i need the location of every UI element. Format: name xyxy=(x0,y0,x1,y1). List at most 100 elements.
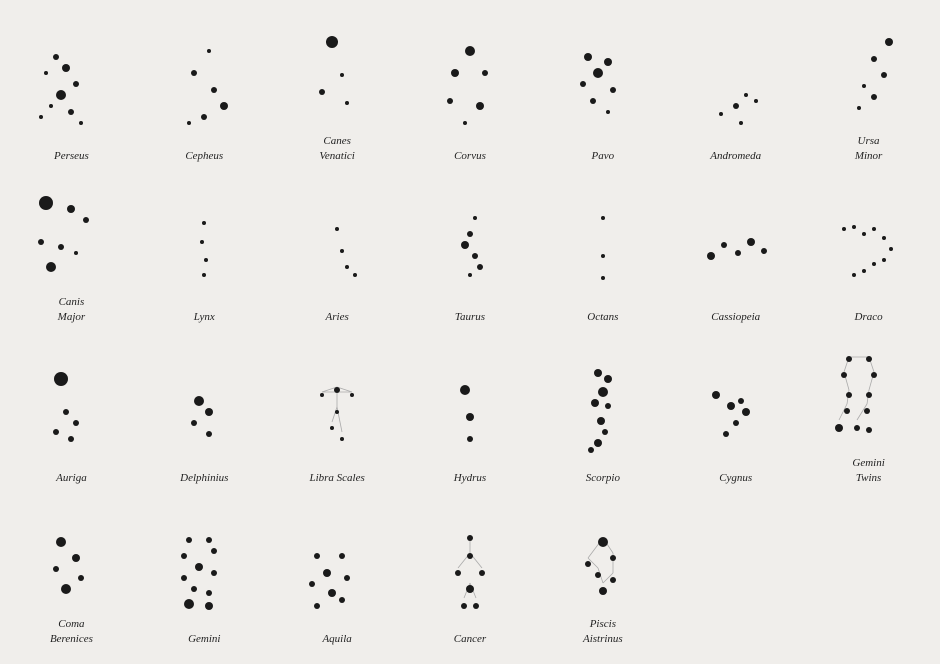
constellation-label: Cassiopeia xyxy=(711,310,760,324)
star-dot xyxy=(39,115,43,119)
star-diagram xyxy=(21,357,121,467)
constellation-label: Octans xyxy=(587,310,618,324)
star-dot xyxy=(835,424,843,432)
star-dot xyxy=(68,109,74,115)
star-dot xyxy=(39,196,53,210)
star-diagram xyxy=(154,357,254,467)
star-dot xyxy=(854,425,860,431)
constellation-cell-delphinius: Delphinius xyxy=(138,332,271,493)
star-dot xyxy=(473,216,477,220)
star-dot xyxy=(78,575,84,581)
constellation-cell-auriga: Auriga xyxy=(5,332,138,493)
constellation-label: Ursa Minor xyxy=(855,134,883,163)
star-diagram xyxy=(819,196,919,306)
star-dot xyxy=(479,570,485,576)
constellation-cell-piscis-austrinus: Piscis Aistrinus xyxy=(536,493,669,654)
star-diagram xyxy=(686,196,786,306)
star-diagram xyxy=(420,518,520,628)
star-dot xyxy=(864,408,870,414)
star-dot xyxy=(606,110,610,114)
star-dot xyxy=(67,205,75,213)
star-diagram xyxy=(21,35,121,145)
star-dot xyxy=(323,569,331,577)
constellation-label: Taurus xyxy=(455,310,485,324)
constellation-cell-perseus: Perseus xyxy=(5,10,138,171)
constellation-label: Draco xyxy=(855,310,883,324)
star-dot xyxy=(49,104,53,108)
star-dot xyxy=(211,87,217,93)
constellation-cell-canes-venatici: Canes Venatici xyxy=(271,10,404,171)
star-dot xyxy=(468,273,472,277)
star-dot xyxy=(38,239,44,245)
star-diagram xyxy=(287,357,387,467)
star-dot xyxy=(53,429,59,435)
star-diagram xyxy=(819,20,919,130)
star-dot xyxy=(871,56,877,62)
star-dot xyxy=(200,240,204,244)
constellation-label: Delphinius xyxy=(180,471,228,485)
star-diagram xyxy=(420,35,520,145)
star-diagram xyxy=(553,196,653,306)
star-dot xyxy=(184,599,194,609)
star-dot xyxy=(461,241,469,249)
star-dot xyxy=(727,402,735,410)
star-dot xyxy=(866,427,872,433)
star-diagram xyxy=(819,342,919,452)
star-dot xyxy=(63,409,69,415)
constellation-cell-cygnus: Cygnus xyxy=(669,332,802,493)
star-dot xyxy=(72,554,80,562)
star-dot xyxy=(319,89,325,95)
star-dot xyxy=(202,221,206,225)
constellation-cell-gemini: Gemini xyxy=(138,493,271,654)
star-dot xyxy=(735,250,741,256)
star-dot xyxy=(889,247,893,251)
star-diagram xyxy=(287,20,387,130)
star-dot xyxy=(599,587,607,595)
star-dot xyxy=(610,87,616,93)
star-dot xyxy=(328,589,336,597)
star-dot xyxy=(872,227,876,231)
constellation-label: Piscis Aistrinus xyxy=(583,617,623,646)
star-dot xyxy=(882,258,886,262)
star-dot xyxy=(205,602,213,610)
star-dot xyxy=(866,392,872,398)
star-dot xyxy=(191,70,197,76)
star-diagram xyxy=(21,503,121,613)
star-dot xyxy=(605,403,611,409)
star-dot xyxy=(353,273,357,277)
star-dot xyxy=(465,46,475,56)
constellation-cell-coma-berenices: Coma Berenices xyxy=(5,493,138,654)
star-dot xyxy=(723,431,729,437)
star-dot xyxy=(186,537,192,543)
star-dot xyxy=(54,372,68,386)
star-diagram xyxy=(686,357,786,467)
star-dot xyxy=(742,408,750,416)
star-dot xyxy=(73,420,79,426)
star-dot xyxy=(461,603,467,609)
constellation-label: Andromeda xyxy=(710,149,761,163)
constellation-label: Gemini Twins xyxy=(852,456,884,485)
star-dot xyxy=(472,253,478,259)
star-dot xyxy=(882,236,886,240)
star-dot xyxy=(463,121,467,125)
constellation-cell-scorpio: Scorpio xyxy=(536,332,669,493)
star-dot xyxy=(447,98,453,104)
star-dot xyxy=(862,269,866,273)
star-dot xyxy=(339,553,345,559)
star-dot xyxy=(862,232,866,236)
star-dot xyxy=(601,254,605,258)
star-diagram xyxy=(154,35,254,145)
star-dot xyxy=(872,262,876,266)
star-dot xyxy=(56,90,66,100)
star-dot xyxy=(181,553,187,559)
star-dot xyxy=(754,99,758,103)
star-dot xyxy=(191,420,197,426)
star-dot xyxy=(738,398,744,404)
star-dot xyxy=(79,121,83,125)
star-dot xyxy=(207,49,211,53)
star-dot xyxy=(466,585,474,593)
star-dot xyxy=(339,597,345,603)
star-dot xyxy=(326,36,338,48)
star-dot xyxy=(211,570,217,576)
star-dot xyxy=(594,369,602,377)
